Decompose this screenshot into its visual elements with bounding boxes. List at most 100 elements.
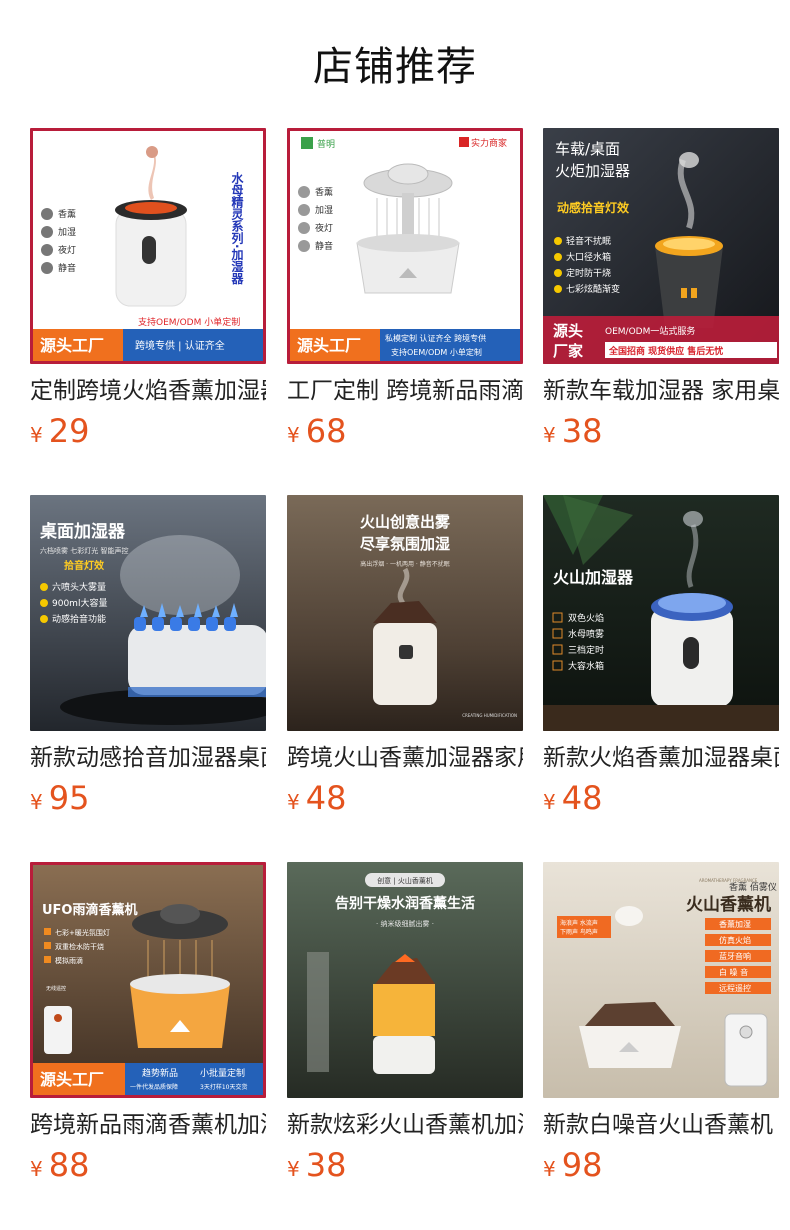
product-card[interactable]: AROMATHERAPY FRAGRANCE 香薰 佰雾仪 火山香薰机 海浪声 … — [543, 862, 779, 1184]
svg-text:火山创意出雾: 火山创意出雾 — [360, 513, 451, 531]
product-name[interactable]: 新款车载加湿器 家用桌面 — [543, 376, 779, 406]
price-value: 95 — [48, 779, 90, 817]
product-price: ¥68 — [287, 412, 523, 450]
svg-text:· 纳米级细腻出雾 ·: · 纳米级细腻出雾 · — [376, 919, 434, 928]
currency-symbol: ¥ — [543, 790, 556, 814]
svg-text:实力商家: 实力商家 — [471, 137, 507, 149]
svg-text:蓝牙音响: 蓝牙音响 — [719, 951, 751, 961]
svg-text:轻音不扰眠: 轻音不扰眠 — [566, 235, 611, 247]
product-card[interactable]: UFO雨滴香薰机 七彩+暖光氛围灯 双重检水防干烧 模拟雨滴 无线遥控 源头工厂… — [30, 862, 266, 1184]
svg-text:一件代发品质保障: 一件代发品质保障 — [130, 1083, 178, 1091]
svg-text:火炬加湿器: 火炬加湿器 — [555, 162, 630, 180]
product-image[interactable]: AROMATHERAPY FRAGRANCE 香薰 佰雾仪 火山香薰机 海浪声 … — [543, 862, 779, 1098]
price-value: 48 — [561, 779, 603, 817]
currency-symbol: ¥ — [287, 423, 300, 447]
svg-text:静音: 静音 — [58, 262, 76, 274]
svg-text:火山加湿器: 火山加湿器 — [553, 568, 634, 587]
product-price: ¥88 — [30, 1146, 266, 1184]
svg-text:香薰 佰雾仪: 香薰 佰雾仪 — [729, 881, 777, 893]
svg-text:源头工厂: 源头工厂 — [40, 1070, 104, 1089]
product-card[interactable]: 车载/桌面 火炬加湿器 动感拾音灯效 轻音不扰眠 大口径水箱 定时防干烧 七彩炫… — [543, 128, 779, 450]
price-value: 48 — [305, 779, 347, 817]
svg-text:3天打样10天交货: 3天打样10天交货 — [200, 1083, 247, 1091]
svg-text:仿真火焰: 仿真火焰 — [719, 935, 751, 945]
svg-text:海浪声 水流声: 海浪声 水流声 — [560, 919, 598, 927]
currency-symbol: ¥ — [30, 790, 43, 814]
svg-text:六档喷雾 七彩灯光 智能声控: 六档喷雾 七彩灯光 智能声控 — [40, 546, 128, 555]
price-value: 68 — [305, 412, 347, 450]
product-image[interactable]: 创意 | 火山香薰机 告别干燥水润香薰生活 · 纳米级细腻出雾 · — [287, 862, 523, 1098]
product-card[interactable]: 水母精灵系列·加湿器 香薰 加湿 夜灯 静音 支持OEM/ODM 小单定制 源头… — [30, 128, 266, 450]
price-value: 38 — [561, 412, 603, 450]
currency-symbol: ¥ — [543, 423, 556, 447]
product-image[interactable]: 火山创意出雾 尽享氛围加湿 高出浮烟 · 一机两用 · 静音不扰眠 CREATI… — [287, 495, 523, 731]
currency-symbol: ¥ — [287, 1157, 300, 1181]
product-image[interactable]: 普明 实力商家 香薰 加湿 夜灯 静音 源头工厂 私模定制 认证齐全 跨境专供 … — [287, 128, 523, 364]
svg-text:远程遥控: 远程遥控 — [719, 983, 751, 993]
svg-text:支持OEM/ODM 小单定制: 支持OEM/ODM 小单定制 — [138, 316, 240, 328]
svg-text:全国招商 现货供应 售后无忧: 全国招商 现货供应 售后无忧 — [608, 345, 723, 357]
svg-text:夜灯: 夜灯 — [58, 244, 76, 256]
product-image[interactable]: 水母精灵系列·加湿器 香薰 加湿 夜灯 静音 支持OEM/ODM 小单定制 源头… — [30, 128, 266, 364]
svg-text:跨境专供 | 认证齐全: 跨境专供 | 认证齐全 — [135, 339, 225, 352]
svg-text:水母喷雾: 水母喷雾 — [568, 628, 604, 640]
product-price: ¥98 — [543, 1146, 779, 1184]
svg-text:白 噪 音: 白 噪 音 — [719, 967, 748, 977]
svg-text:无线遥控: 无线遥控 — [46, 985, 66, 992]
product-price: ¥48 — [287, 779, 523, 817]
svg-text:创意 | 火山香薰机: 创意 | 火山香薰机 — [377, 876, 433, 885]
svg-text:告别干燥水润香薰生活: 告别干燥水润香薰生活 — [335, 895, 475, 912]
svg-text:拾音灯效: 拾音灯效 — [64, 559, 105, 572]
product-card[interactable]: 火山创意出雾 尽享氛围加湿 高出浮烟 · 一机两用 · 静音不扰眠 CREATI… — [287, 495, 523, 817]
svg-text:双色火焰: 双色火焰 — [568, 612, 604, 624]
svg-text:夜灯: 夜灯 — [315, 222, 333, 234]
svg-text:厂家: 厂家 — [553, 342, 583, 360]
product-name[interactable]: 跨境新品雨滴香薰机加湿器 — [30, 1110, 266, 1140]
product-image[interactable]: UFO雨滴香薰机 七彩+暖光氛围灯 双重检水防干烧 模拟雨滴 无线遥控 源头工厂… — [30, 862, 266, 1098]
svg-text:尽享氛围加湿: 尽享氛围加湿 — [360, 535, 450, 553]
product-name[interactable]: 新款火焰香薰加湿器桌面 — [543, 743, 779, 773]
svg-text:火山香薰机: 火山香薰机 — [686, 894, 771, 915]
product-name[interactable]: 跨境火山香薰加湿器家用 — [287, 743, 523, 773]
svg-text:私模定制 认证齐全 跨境专供: 私模定制 认证齐全 跨境专供 — [385, 333, 486, 343]
svg-text:定时防干烧: 定时防干烧 — [566, 267, 611, 279]
product-image[interactable]: 火山加湿器 双色火焰 水母喷雾 三档定时 大容水箱 — [543, 495, 779, 731]
product-name[interactable]: 定制跨境火焰香薰加湿器 — [30, 376, 266, 406]
product-price: ¥38 — [287, 1146, 523, 1184]
product-price: ¥95 — [30, 779, 266, 817]
svg-text:香薰: 香薰 — [315, 186, 333, 198]
currency-symbol: ¥ — [30, 423, 43, 447]
product-image[interactable]: 车载/桌面 火炬加湿器 动感拾音灯效 轻音不扰眠 大口径水箱 定时防干烧 七彩炫… — [543, 128, 779, 364]
svg-text:大容水箱: 大容水箱 — [568, 660, 604, 672]
product-card[interactable]: 普明 实力商家 香薰 加湿 夜灯 静音 源头工厂 私模定制 认证齐全 跨境专供 … — [287, 128, 523, 450]
svg-text:大口径水箱: 大口径水箱 — [566, 251, 611, 263]
currency-symbol: ¥ — [30, 1157, 43, 1181]
svg-text:七彩+暖光氛围灯: 七彩+暖光氛围灯 — [55, 928, 110, 937]
svg-text:源头: 源头 — [553, 322, 583, 340]
product-name[interactable]: 新款白噪音火山香薰机 — [543, 1110, 779, 1140]
currency-symbol: ¥ — [287, 790, 300, 814]
page-title: 店铺推荐 — [313, 44, 477, 90]
product-name[interactable]: 新款炫彩火山香薰机加湿器 — [287, 1110, 523, 1140]
svg-text:加湿: 加湿 — [58, 227, 76, 238]
svg-text:模拟雨滴: 模拟雨滴 — [55, 956, 83, 965]
image-vertical-text: 水母精灵系列·加湿器 — [230, 171, 244, 286]
svg-text:小批量定制: 小批量定制 — [200, 1067, 245, 1079]
product-name[interactable]: 新款动感拾音加湿器桌面 — [30, 743, 266, 773]
product-image[interactable]: 桌面加湿器 六档喷雾 七彩灯光 智能声控 拾音灯效 六喷头大雾量 900ml大容… — [30, 495, 266, 731]
product-price: ¥29 — [30, 412, 266, 450]
svg-text:支持OEM/ODM 小单定制: 支持OEM/ODM 小单定制 — [391, 347, 482, 357]
product-card[interactable]: 桌面加湿器 六档喷雾 七彩灯光 智能声控 拾音灯效 六喷头大雾量 900ml大容… — [30, 495, 266, 817]
svg-text:车载/桌面: 车载/桌面 — [555, 140, 620, 158]
price-value: 29 — [48, 412, 90, 450]
price-value: 88 — [48, 1146, 90, 1184]
product-card[interactable]: 火山加湿器 双色火焰 水母喷雾 三档定时 大容水箱 新款火焰香薰加湿器桌面 ¥4… — [543, 495, 779, 817]
product-name[interactable]: 工厂定制 跨境新品雨滴加湿器 — [287, 376, 523, 406]
svg-text:普明: 普明 — [317, 138, 335, 150]
product-card[interactable]: 创意 | 火山香薰机 告别干燥水润香薰生活 · 纳米级细腻出雾 · 新款炫彩火山… — [287, 862, 523, 1184]
svg-text:加湿: 加湿 — [315, 205, 333, 216]
svg-text:高出浮烟 · 一机两用 · 静音不扰眠: 高出浮烟 · 一机两用 · 静音不扰眠 — [360, 560, 449, 568]
svg-text:双重检水防干烧: 双重检水防干烧 — [55, 942, 104, 951]
product-price: ¥38 — [543, 412, 779, 450]
svg-text:UFO雨滴香薰机: UFO雨滴香薰机 — [42, 902, 138, 918]
